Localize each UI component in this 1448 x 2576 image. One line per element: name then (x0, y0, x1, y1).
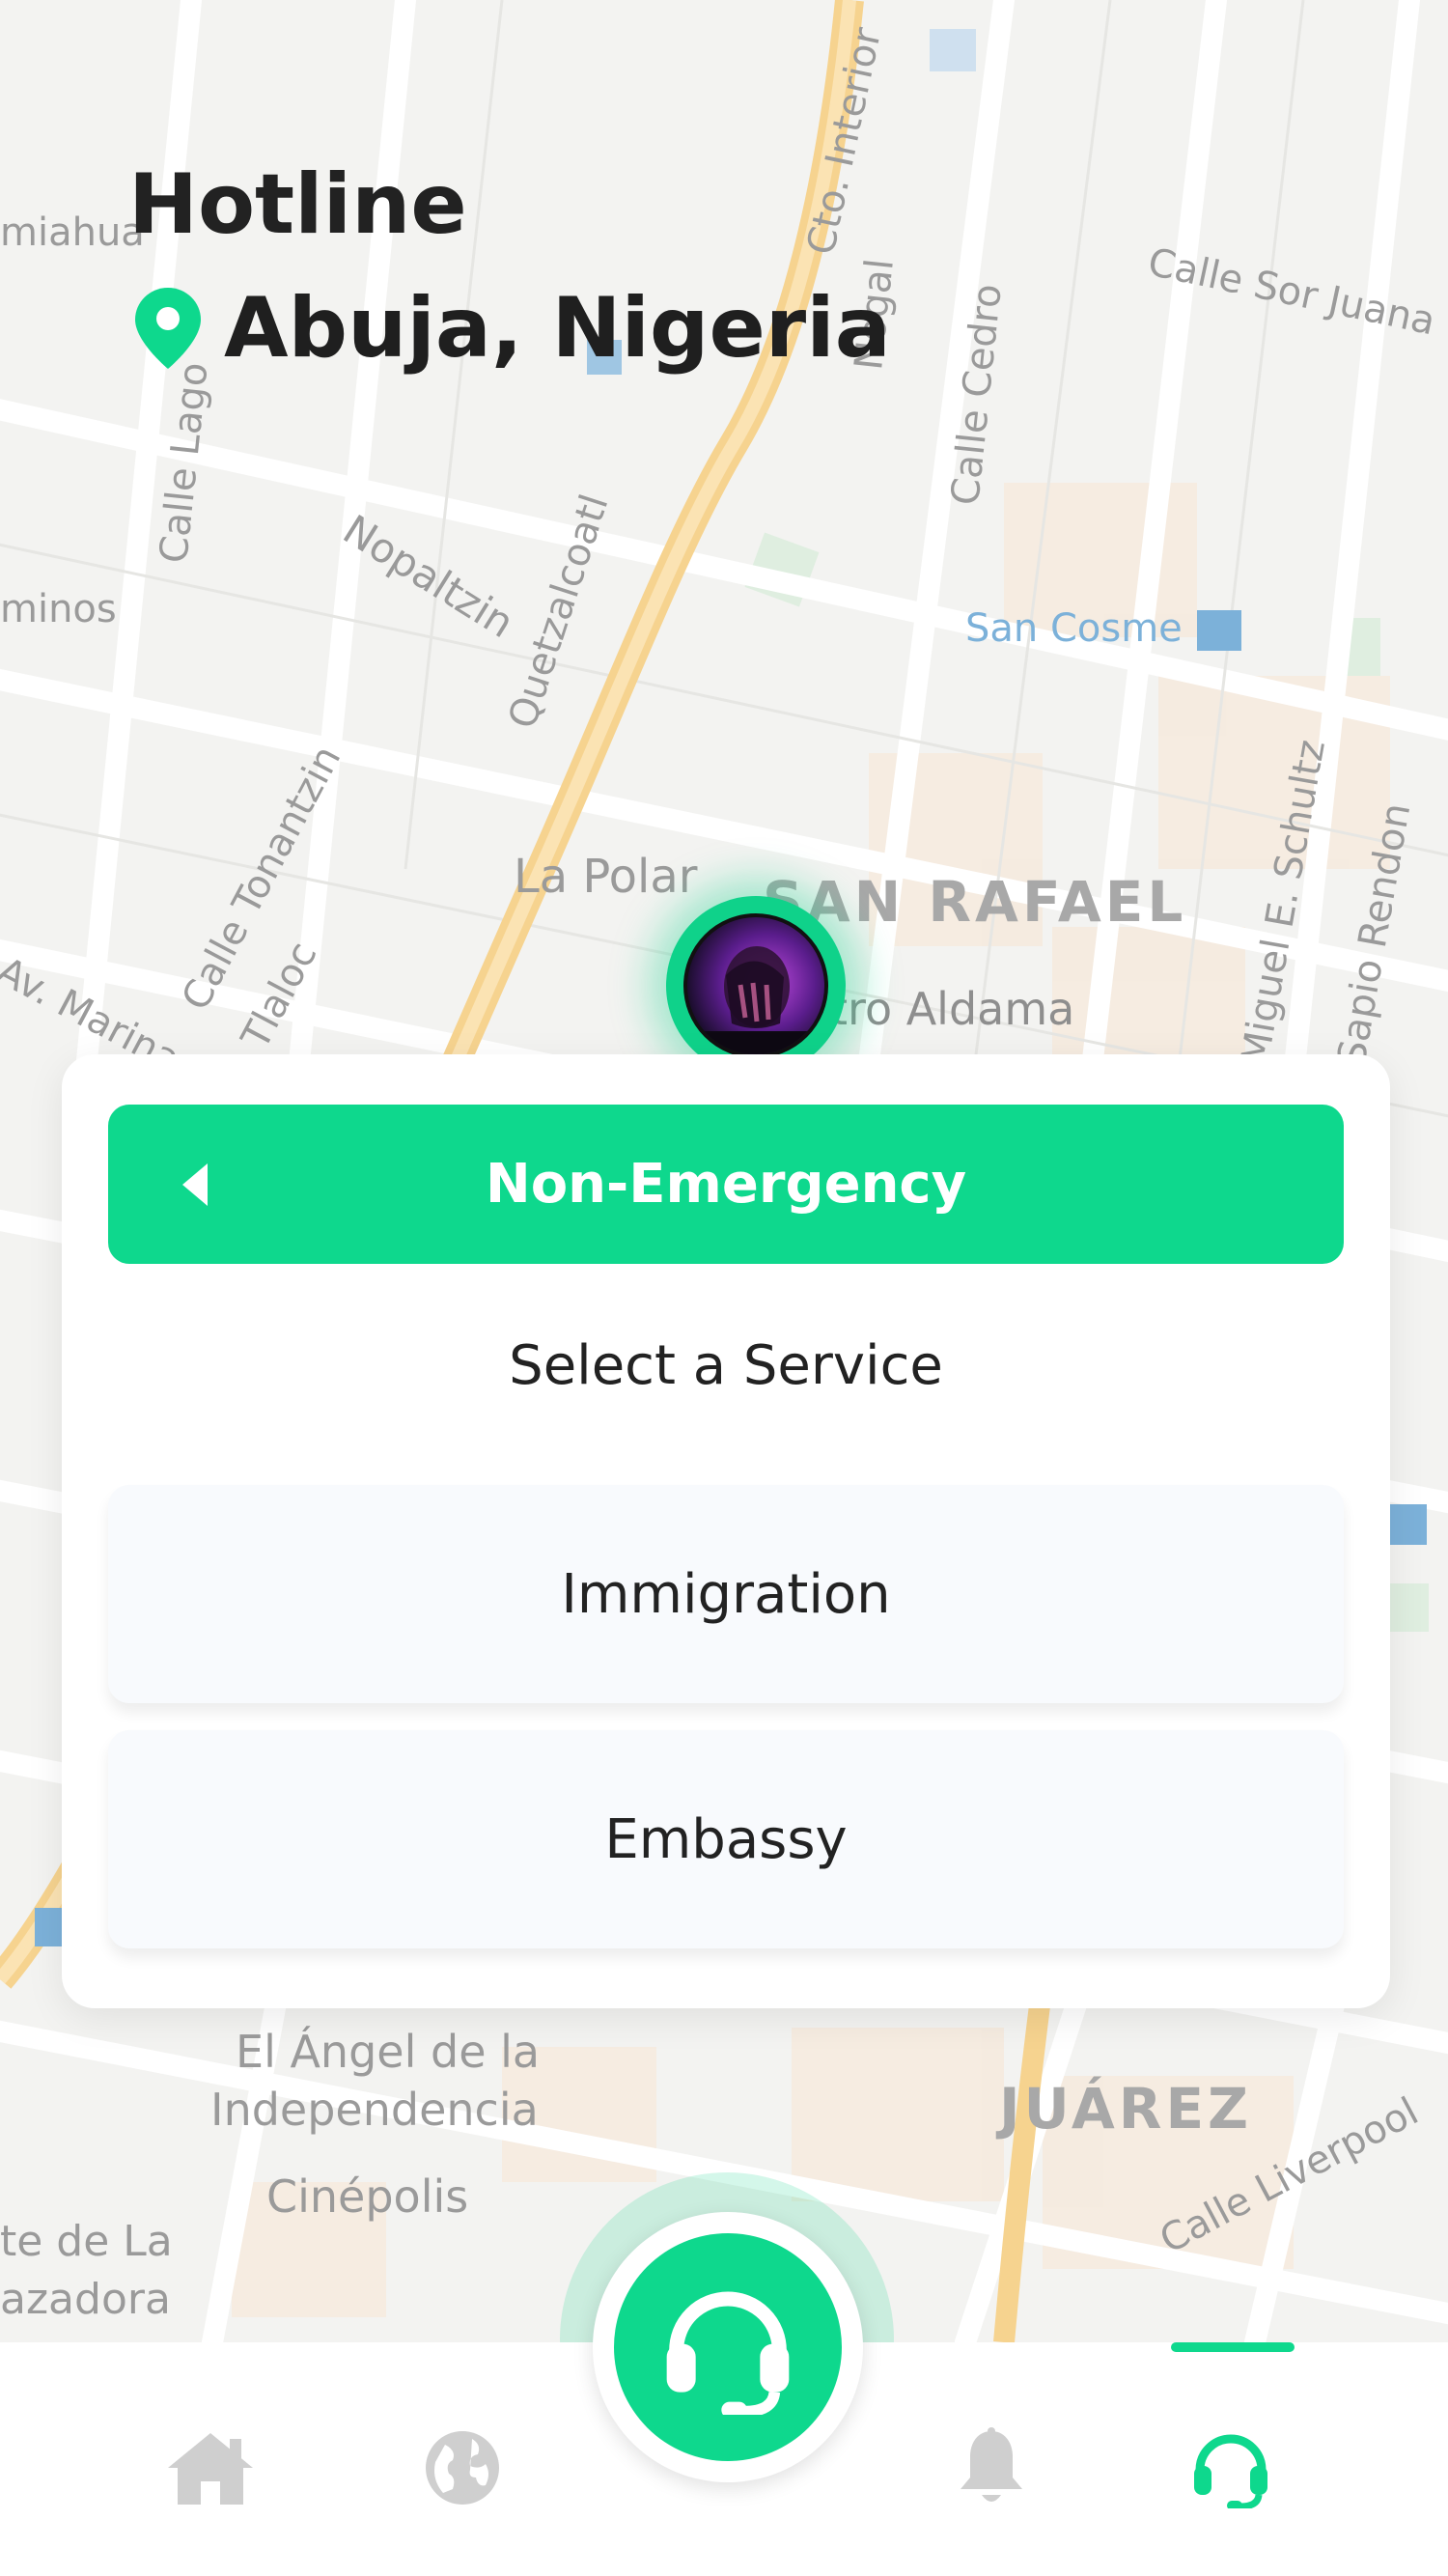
hotline-call-button-inner (614, 2233, 842, 2461)
map-label-azadora: azadora (0, 2275, 171, 2324)
bell-icon (961, 2427, 1022, 2502)
back-button[interactable] (161, 1151, 229, 1218)
headset-icon (1194, 2434, 1267, 2508)
service-option-label: Embassy (604, 1807, 848, 1871)
map-label-minos: minos (0, 587, 117, 631)
service-option-immigration[interactable]: Immigration (108, 1485, 1344, 1703)
category-label: Non-Emergency (485, 1153, 967, 1216)
service-option-embassy[interactable]: Embassy (108, 1730, 1344, 1948)
headset-icon (666, 2291, 790, 2415)
user-location-marker[interactable] (666, 896, 846, 1076)
nav-item-home[interactable] (153, 2410, 268, 2526)
service-selection-card: Non-Emergency Select a Service Immigrati… (62, 1054, 1390, 2008)
avatar (683, 913, 828, 1058)
category-header-bar[interactable]: Non-Emergency (108, 1105, 1344, 1264)
map-label-san-rafael: SAN RAFAEL (763, 869, 1187, 935)
map-label-angel-1: El Ángel de la (236, 2026, 541, 2078)
map-label-la-polar: La Polar (514, 850, 698, 904)
map-label-san-cosme: San Cosme (965, 606, 1183, 651)
map-label-angel-2: Independencia (210, 2084, 539, 2136)
page-title: Hotline (128, 156, 467, 253)
location-label: Abuja, Nigeria (224, 280, 891, 377)
select-service-heading: Select a Service (509, 1334, 943, 1397)
map-label-aldama: tro Aldama (830, 983, 1075, 1035)
map-label-cinepolis: Cinépolis (266, 2170, 469, 2223)
map-label-juarez: JUÁREZ (999, 2076, 1253, 2142)
home-icon (168, 2433, 253, 2505)
nav-item-notifications[interactable] (933, 2410, 1049, 2526)
globe-icon (426, 2431, 499, 2505)
caret-left-icon (182, 1163, 208, 1206)
location-row[interactable]: Abuja, Nigeria (135, 280, 891, 377)
map-label-miahua: miahua (0, 210, 145, 255)
nav-item-explore[interactable] (404, 2410, 520, 2526)
location-pin-icon (135, 288, 201, 369)
map-label-te-de-la: te de La (0, 2217, 173, 2266)
service-option-label: Immigration (561, 1562, 891, 1626)
active-tab-indicator (1171, 2342, 1295, 2352)
nav-item-hotline[interactable] (1173, 2410, 1289, 2526)
hotline-call-button[interactable] (593, 2212, 863, 2482)
